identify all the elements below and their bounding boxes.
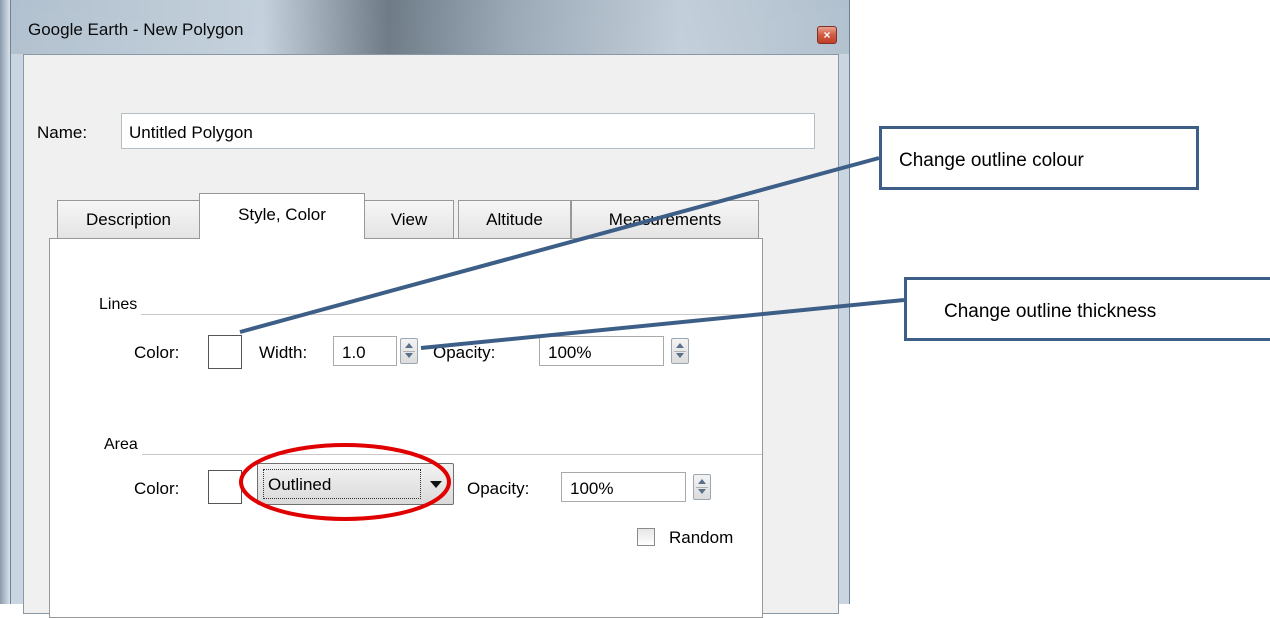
area-group-divider (142, 454, 762, 455)
callout-text: Change outline thickness (944, 301, 1157, 322)
callout-outline-colour: Change outline colour (879, 126, 1199, 190)
lines-width-label: Width: (259, 343, 308, 362)
area-color-label: Color: (134, 479, 180, 498)
spin-up-icon[interactable] (698, 479, 706, 484)
spin-divider (696, 487, 708, 488)
area-fill-mode-select[interactable]: Outlined (257, 463, 454, 505)
lines-width-spinner[interactable] (400, 338, 418, 364)
tab-label: Measurements (608, 209, 722, 229)
background-window-edge (0, 0, 10, 604)
close-button[interactable]: × (817, 26, 837, 44)
area-group-label: Area (104, 436, 138, 453)
lines-color-swatch[interactable] (208, 335, 242, 369)
lines-opacity-spinner[interactable] (671, 338, 689, 364)
spin-up-icon[interactable] (676, 343, 684, 348)
lines-width-input[interactable]: 1.0 (333, 336, 397, 366)
random-checkbox[interactable] (637, 528, 655, 546)
spin-down-icon[interactable] (676, 353, 684, 358)
area-fill-mode-value: Outlined (263, 469, 421, 499)
window-title: Google Earth - New Polygon (28, 20, 244, 39)
spin-down-icon[interactable] (405, 353, 413, 358)
lines-group-divider (141, 314, 762, 315)
name-label: Name: (37, 123, 88, 142)
name-input[interactable]: Untitled Polygon (121, 113, 815, 149)
lines-opacity-input[interactable]: 100% (539, 336, 664, 366)
callout-text: Change outline colour (899, 150, 1084, 171)
callout-outline-thickness: Change outline thickness (904, 277, 1270, 341)
area-opacity-input[interactable]: 100% (561, 472, 686, 502)
tab-style-color[interactable]: Style, Color (199, 193, 365, 239)
spin-divider (403, 351, 415, 352)
area-color-swatch[interactable] (208, 470, 242, 504)
lines-color-label: Color: (134, 343, 180, 362)
area-opacity-label: Opacity: (467, 479, 530, 498)
chevron-down-icon (430, 481, 442, 488)
random-label: Random (669, 528, 734, 547)
area-opacity-spinner[interactable] (693, 474, 711, 500)
spin-down-icon[interactable] (698, 489, 706, 494)
lines-opacity-label: Opacity: (433, 343, 496, 362)
tab-altitude[interactable]: Altitude (458, 200, 571, 238)
tab-label: View (390, 209, 428, 229)
tab-label: Description (85, 209, 172, 229)
lines-group-label: Lines (99, 296, 138, 313)
tab-measurements[interactable]: Measurements (571, 200, 759, 238)
title-bar[interactable]: Google Earth - New Polygon × (11, 0, 849, 54)
tab-label: Style, Color (238, 205, 326, 224)
tab-label: Altitude (486, 209, 543, 229)
tab-view[interactable]: View (364, 200, 454, 238)
spin-up-icon[interactable] (405, 343, 413, 348)
close-icon: × (823, 28, 831, 42)
style-color-panel (49, 238, 763, 618)
spin-divider (674, 351, 686, 352)
tab-description[interactable]: Description (57, 200, 200, 238)
